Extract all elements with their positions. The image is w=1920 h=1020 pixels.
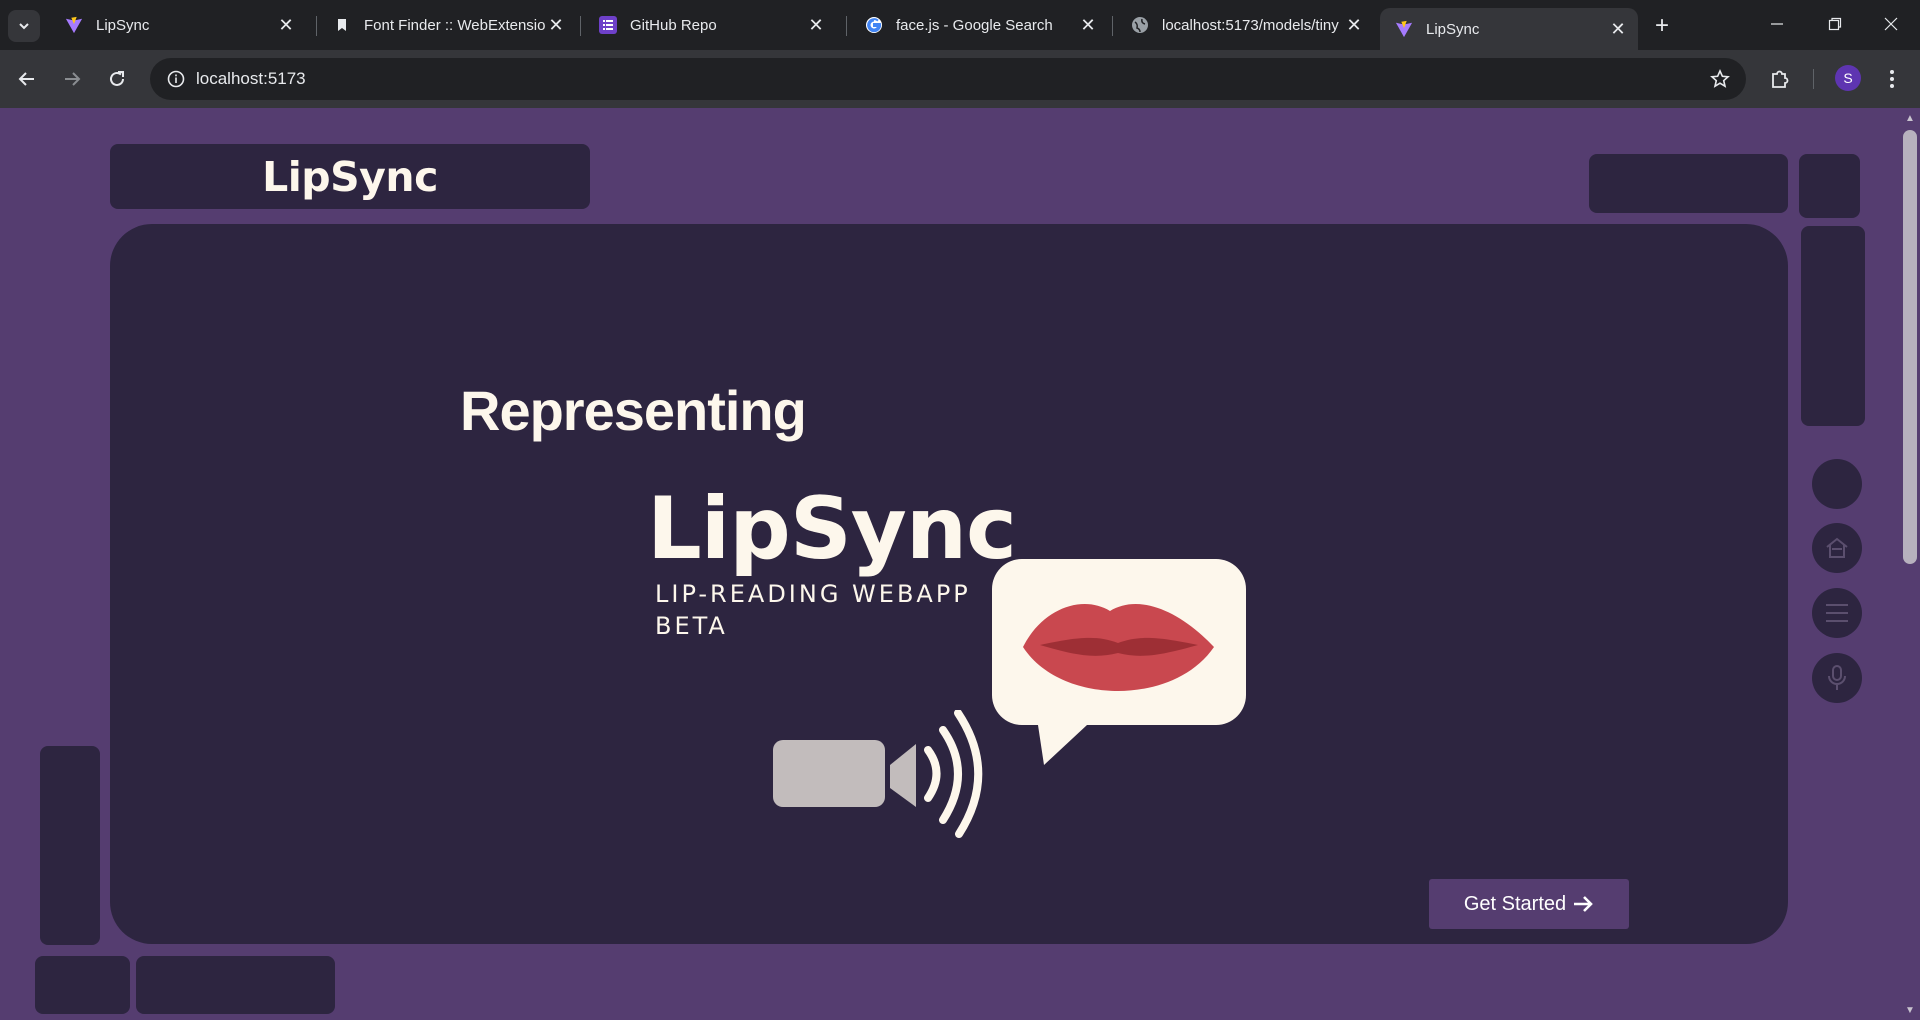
profile-avatar[interactable]: S bbox=[1835, 65, 1861, 91]
address-bar[interactable]: localhost:5173 bbox=[150, 58, 1746, 100]
close-window-button[interactable] bbox=[1862, 0, 1920, 48]
sidebar-placeholder bbox=[1801, 226, 1865, 426]
reload-button[interactable] bbox=[101, 63, 133, 95]
bookmark-icon bbox=[332, 15, 352, 35]
close-icon[interactable]: ✕ bbox=[1344, 15, 1364, 35]
vite-icon bbox=[64, 15, 84, 35]
vite-icon bbox=[1394, 19, 1414, 39]
close-icon[interactable]: ✕ bbox=[1078, 15, 1098, 35]
tab-strip: LipSync ✕ Font Finder :: WebExtension ✕ … bbox=[0, 0, 1920, 50]
close-icon[interactable]: ✕ bbox=[806, 15, 826, 35]
close-icon[interactable]: ✕ bbox=[546, 15, 566, 35]
extensions-button[interactable] bbox=[1764, 63, 1796, 95]
browser-menu-button[interactable] bbox=[1876, 63, 1908, 95]
kebab-menu-icon bbox=[1890, 70, 1894, 88]
left-placeholder-tall bbox=[40, 746, 100, 945]
puzzle-icon bbox=[1772, 70, 1789, 88]
tab-localhost-models[interactable]: localhost:5173/models/tiny ✕ bbox=[1116, 8, 1374, 42]
browser-toolbar: localhost:5173 S bbox=[0, 50, 1920, 108]
site-logo[interactable]: LipSync bbox=[110, 144, 590, 209]
video-camera-icon bbox=[773, 710, 983, 838]
list-icon bbox=[598, 15, 618, 35]
scroll-up-arrow-icon[interactable]: ▲ bbox=[1904, 113, 1916, 124]
tab-separator bbox=[580, 16, 581, 36]
brand-beta-label: BETA bbox=[655, 612, 728, 640]
back-arrow-icon bbox=[18, 72, 34, 86]
side-circle-blank[interactable] bbox=[1812, 459, 1862, 509]
tab-title: Font Finder :: WebExtension bbox=[364, 16, 546, 34]
back-button[interactable] bbox=[11, 63, 43, 95]
logo-text: LipSync bbox=[262, 152, 438, 201]
get-started-label: Get Started bbox=[1463, 892, 1567, 915]
tab-search-button[interactable] bbox=[8, 10, 40, 42]
hero-panel: Representing LipSync LIP-READING WEBAPP … bbox=[110, 224, 1788, 944]
scroll-down-arrow-icon[interactable]: ▼ bbox=[1904, 1005, 1916, 1016]
restore-icon bbox=[1828, 17, 1842, 31]
scrollbar-thumb[interactable] bbox=[1903, 130, 1917, 564]
menu-icon bbox=[1826, 604, 1848, 622]
header-placeholder-square bbox=[1799, 154, 1860, 218]
arrow-right-icon bbox=[1574, 896, 1593, 912]
forward-button[interactable] bbox=[56, 63, 88, 95]
hero-heading: Representing bbox=[460, 379, 807, 442]
tab-separator bbox=[846, 16, 847, 36]
microphone-button[interactable] bbox=[1812, 653, 1862, 703]
tab-title: face.js - Google Search bbox=[896, 16, 1053, 34]
brand-title: LipSync bbox=[647, 479, 1017, 579]
tab-title: LipSync bbox=[96, 16, 150, 34]
minimize-button[interactable] bbox=[1748, 0, 1806, 48]
minimize-icon bbox=[1771, 23, 1783, 25]
microphone-icon bbox=[1828, 665, 1846, 690]
globe-icon bbox=[1130, 15, 1150, 35]
tab-lipsync-active[interactable]: LipSync ✕ bbox=[1380, 8, 1638, 50]
close-icon bbox=[1884, 17, 1898, 31]
forward-arrow-icon bbox=[65, 72, 81, 86]
new-tab-button[interactable]: + bbox=[1648, 12, 1676, 40]
footer-placeholder-wide bbox=[136, 956, 335, 1014]
tab-title: LipSync bbox=[1426, 20, 1480, 38]
brand-subtitle: LIP-READING WEBAPP bbox=[655, 580, 971, 608]
tab-github-repo[interactable]: GitHub Repo ✕ bbox=[584, 8, 836, 42]
lips-speech-bubble-icon bbox=[992, 559, 1246, 765]
page-viewport: LipSync Representing LipSync LIP-READING… bbox=[0, 108, 1900, 1020]
url-text[interactable]: localhost:5173 bbox=[196, 69, 306, 89]
close-icon[interactable]: ✕ bbox=[276, 15, 296, 35]
home-icon bbox=[1826, 537, 1848, 558]
tab-title: GitHub Repo bbox=[630, 16, 717, 34]
toolbar-divider bbox=[1813, 69, 1814, 89]
tab-separator bbox=[1112, 16, 1113, 36]
tab-font-finder[interactable]: Font Finder :: WebExtension ✕ bbox=[318, 8, 576, 42]
restore-button[interactable] bbox=[1806, 0, 1864, 48]
site-info-icon[interactable] bbox=[164, 67, 188, 91]
header-placeholder-wide bbox=[1589, 154, 1788, 213]
tab-title: localhost:5173/models/tiny bbox=[1162, 16, 1339, 34]
tab-separator bbox=[316, 16, 317, 36]
home-button[interactable] bbox=[1812, 523, 1862, 573]
reload-icon bbox=[110, 71, 124, 86]
tab-lipsync-1[interactable]: LipSync ✕ bbox=[50, 8, 306, 42]
menu-button[interactable] bbox=[1812, 588, 1862, 638]
google-icon bbox=[864, 15, 884, 35]
chevron-down-icon bbox=[19, 23, 29, 30]
bookmark-star-icon[interactable] bbox=[1708, 67, 1732, 91]
footer-placeholder-small bbox=[35, 956, 130, 1014]
get-started-button[interactable]: Get Started bbox=[1429, 879, 1629, 929]
tab-google-search[interactable]: face.js - Google Search ✕ bbox=[850, 8, 1108, 42]
close-icon[interactable]: ✕ bbox=[1608, 19, 1628, 39]
